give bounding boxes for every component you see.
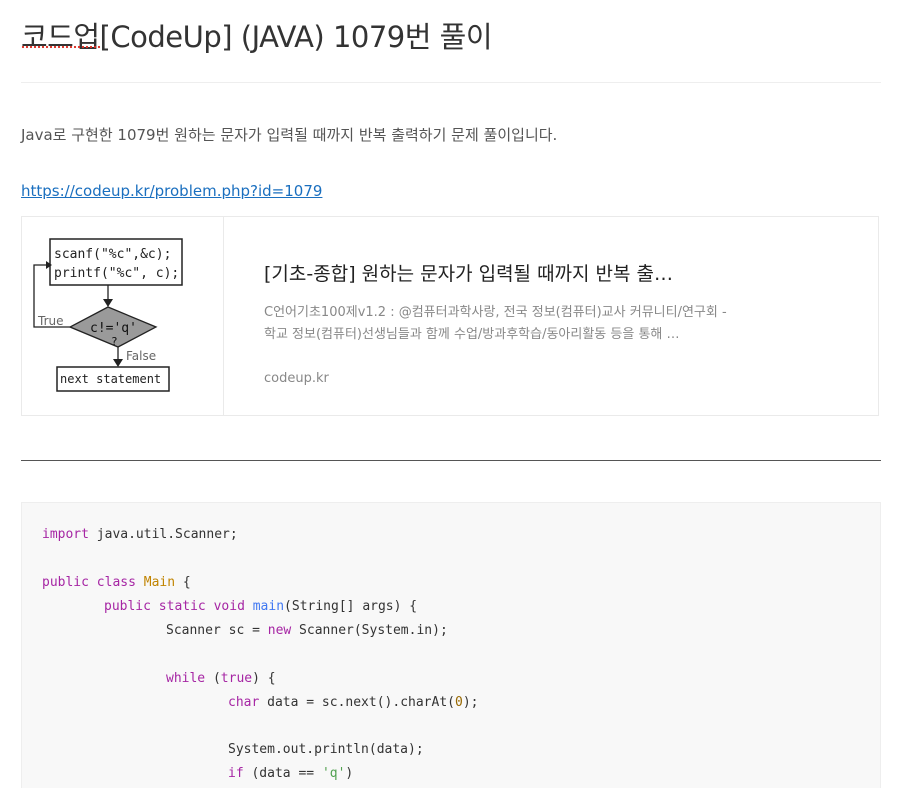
link-preview-card[interactable]: scanf("%c",&c); printf("%c", c); c!='q' … [21, 216, 879, 416]
flowchart-line-1: scanf("%c",&c); [54, 247, 171, 262]
flow-loop-arrow-head [46, 261, 52, 269]
code-line-println: System.out.println(data); [228, 742, 424, 757]
code-line-main: public static void main(String[] args) { [104, 599, 418, 614]
post-title: 코드업[CodeUp] (JAVA) 1079번 풀이 [21, 20, 493, 54]
code-line-import: import java.util.Scanner; [42, 527, 238, 542]
problem-link[interactable]: https://codeup.kr/problem.php?id=1079 [21, 182, 322, 200]
flowchart-false-label: False [126, 349, 156, 363]
card-domain: codeup.kr [264, 371, 329, 386]
flowchart-true-label: True [37, 314, 64, 328]
flow-arrow-head [103, 299, 113, 307]
blog-post-page: 코드업[CodeUp] (JAVA) 1079번 풀이 Java로 구현한 10… [0, 0, 900, 788]
code-line-if: if (data == 'q') [228, 766, 354, 781]
code-line-while: while (true) { [166, 671, 276, 686]
card-title[interactable]: [기초-종합] 원하는 문자가 입력될 때까지 반복 출… [264, 259, 744, 286]
flowchart-condition: c!='q' [90, 321, 137, 336]
code-block: import java.util.Scanner; public class M… [21, 502, 881, 788]
code-line-scanner: Scanner sc = new Scanner(System.in); [166, 623, 448, 638]
spellcheck-underline [21, 44, 101, 49]
code-line-class: public class Main { [42, 575, 191, 590]
code-line-char: char data = sc.next().charAt(0); [228, 695, 479, 710]
flow-false-arrow-head [113, 359, 123, 367]
flowchart-next-label: next statement [60, 372, 161, 386]
card-thumbnail: scanf("%c",&c); printf("%c", c); c!='q' … [22, 217, 224, 415]
card-description: C언어기초100제v1.2 : @컴퓨터과학사랑, 전국 정보(컴퓨터)교사 커… [264, 305, 727, 342]
section-divider [21, 460, 881, 461]
flowchart-question: ? [111, 335, 118, 348]
flowchart-line-2: printf("%c", c); [54, 266, 179, 281]
flowchart-image: scanf("%c",&c); printf("%c", c); c!='q' … [33, 238, 183, 392]
title-divider [21, 82, 881, 83]
post-intro: Java로 구현한 1079번 원하는 문자가 입력될 때까지 반복 출력하기 … [21, 126, 558, 144]
